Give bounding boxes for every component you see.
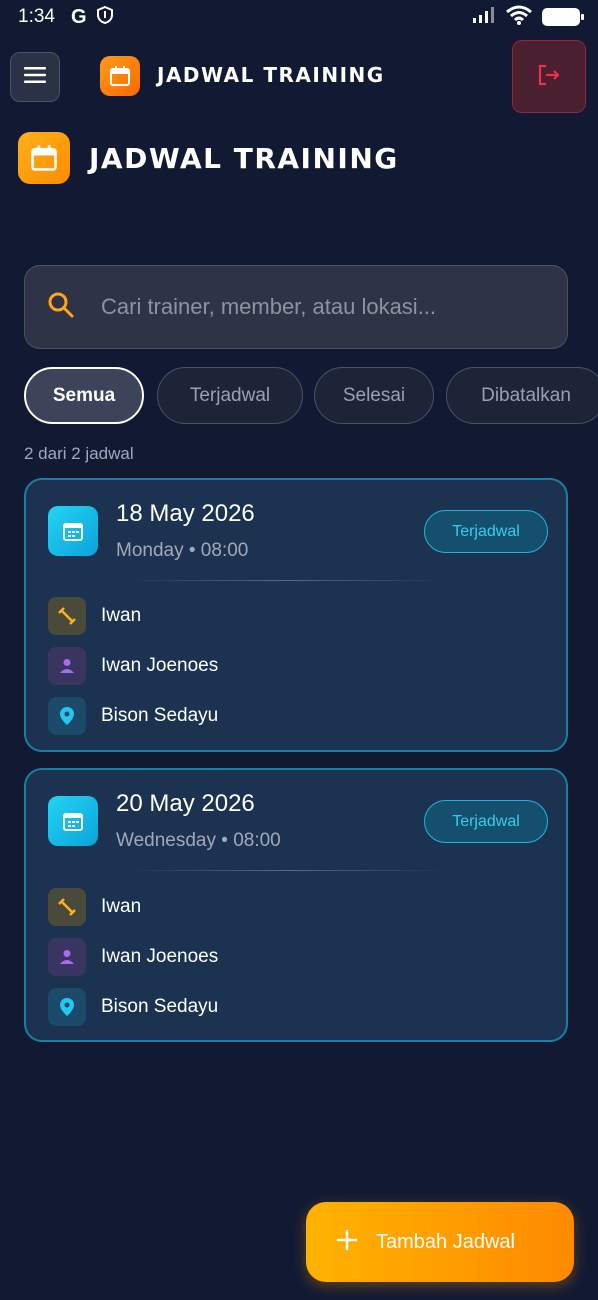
location-row: Bison Sedayu [48,988,218,1026]
member-name: Iwan Joenoes [101,946,219,967]
calendar-icon [18,132,70,184]
search-placeholder: Cari trainer, member, atau lokasi... [101,294,437,319]
logout-icon [536,62,562,92]
schedule-day-time: Wednesday • 08:00 [116,830,281,851]
location-name: Bison Sedayu [101,705,219,726]
battery-icon [542,8,584,26]
location-row: Bison Sedayu [48,697,218,735]
page-title: JADWAL TRAINING [89,141,399,175]
divider [126,870,446,871]
add-schedule-label: Tambah Jadwal [376,1230,515,1253]
wifi-icon [506,5,532,30]
logout-button[interactable] [512,40,586,113]
app-bar: JADWAL TRAINING [0,34,598,120]
trainer-row: Iwan [48,597,141,635]
schedule-date: 20 May 2026 [116,790,255,817]
status-bar: 1:34 G [0,0,598,34]
google-icon: G [70,5,87,28]
calendar-icon [48,506,98,556]
dumbbell-icon [48,888,86,926]
status-badge: Terjadwal [424,800,548,843]
person-icon [48,647,86,685]
shield-icon [96,5,113,29]
menu-button[interactable] [10,52,60,102]
trainer-name: Iwan [101,896,142,917]
plus-icon [336,1229,358,1255]
person-icon [48,938,86,976]
schedule-card[interactable]: 20 May 2026 Wednesday • 08:00 Terjadwal … [24,768,568,1042]
location-pin-icon [48,697,86,735]
schedule-card[interactable]: 18 May 2026 Monday • 08:00 Terjadwal Iwa… [24,478,568,752]
trainer-row: Iwan [48,888,141,926]
calendar-icon [48,796,98,846]
app-logo-calendar-icon [100,56,140,96]
hamburger-icon [24,67,46,87]
schedule-day-time: Monday • 08:00 [116,540,249,561]
filter-chip-dibatalkan[interactable]: Dibatalkan [446,367,598,424]
filter-chips: Semua Terjadwal Selesai Dibatalkan [24,367,598,427]
schedule-date: 18 May 2026 [116,500,255,527]
app-bar-title: JADWAL TRAINING [157,63,385,87]
trainer-name: Iwan [101,605,142,626]
member-row: Iwan Joenoes [48,647,218,685]
filter-chip-selesai[interactable]: Selesai [314,367,434,424]
add-schedule-button[interactable]: Tambah Jadwal [306,1202,574,1282]
dumbbell-icon [48,597,86,635]
status-badge: Terjadwal [424,510,548,553]
page-header: JADWAL TRAINING [18,132,399,184]
member-name: Iwan Joenoes [101,655,219,676]
divider [126,580,446,581]
status-time: 1:34 [18,6,55,27]
location-pin-icon [48,988,86,1026]
search-icon [47,291,75,323]
filter-chip-terjadwal[interactable]: Terjadwal [157,367,303,424]
location-name: Bison Sedayu [101,996,219,1017]
filter-chip-semua[interactable]: Semua [24,367,144,424]
signal-icon [472,6,496,29]
member-row: Iwan Joenoes [48,938,218,976]
result-count: 2 dari 2 jadwal [24,444,134,463]
search-input[interactable]: Cari trainer, member, atau lokasi... [24,265,568,349]
